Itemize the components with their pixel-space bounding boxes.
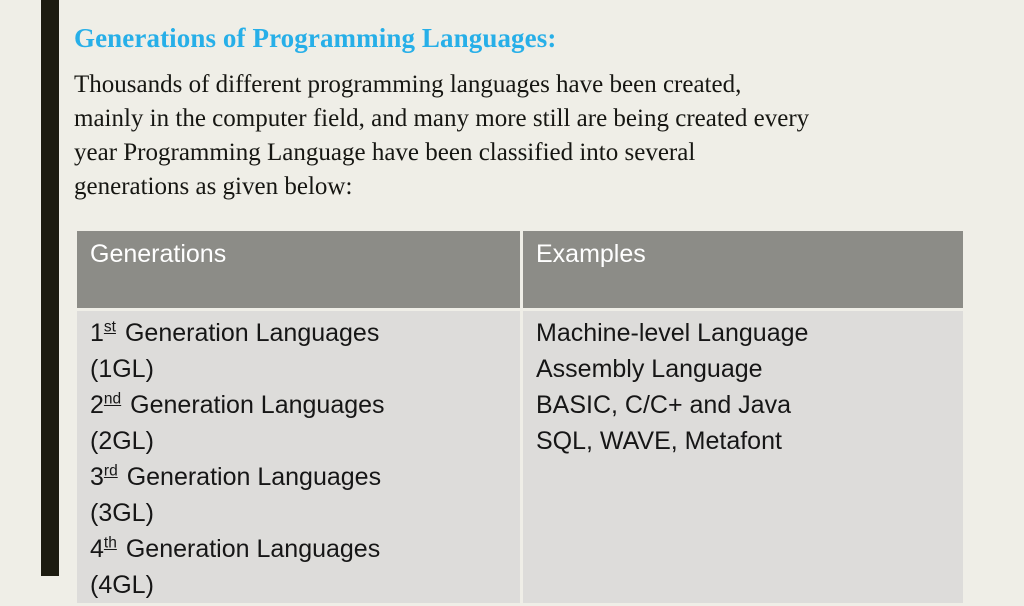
table-row: 1st Generation Languages (1GL) 2nd Generat… — [77, 311, 963, 603]
page-title: Generations of Programming Languages: — [74, 23, 557, 53]
ordinal-suffix: st — [103, 318, 116, 336]
generation-line: 3rd Generation Languages — [90, 459, 520, 495]
generation-ordinal: 1 — [90, 319, 104, 347]
generation-code: (3GL) — [90, 499, 154, 527]
ordinal-suffix: th — [103, 534, 117, 552]
generation-label: Generation Languages — [125, 535, 381, 563]
column-header-generations: Generations — [77, 231, 520, 308]
paragraph-line: mainly in the computer field, and many m… — [74, 104, 810, 132]
paragraph-line: year Programming Language have been clas… — [74, 138, 696, 166]
generation-line: 2nd Generation Languages — [90, 387, 520, 423]
left-accent-stripe — [41, 0, 59, 576]
paragraph-line: Thousands of different programming langu… — [74, 70, 742, 98]
example-line: BASIC, C/C+ and Java — [536, 391, 791, 419]
generation-label: Generation Languages — [130, 391, 385, 419]
slide-content: Generations of Programming Languages: Th… — [74, 0, 966, 603]
generation-code: (1GL) — [90, 355, 154, 383]
generation-line: 1st Generation Languages — [90, 315, 520, 351]
cell-examples: Machine-level Language Assembly Language… — [523, 311, 963, 603]
generation-ordinal: 2 — [90, 391, 104, 419]
generation-ordinal: 3 — [90, 463, 104, 491]
generation-ordinal: 4 — [90, 535, 104, 563]
column-header-examples: Examples — [523, 231, 963, 308]
ordinal-suffix: rd — [103, 462, 118, 480]
example-line: SQL, WAVE, Metafont — [536, 427, 782, 455]
generation-code: (2GL) — [90, 427, 154, 455]
example-line: Machine-level Language — [536, 319, 809, 347]
paragraph-line: generations as given below: — [74, 172, 353, 200]
table-header-row: Generations Examples — [77, 231, 963, 308]
generations-table: Generations Examples 1st Generation Langu… — [74, 228, 966, 606]
generation-line: 4th Generation Languages — [90, 531, 520, 567]
example-line: Assembly Language — [536, 355, 763, 383]
cell-generations: 1st Generation Languages (1GL) 2nd Generat… — [77, 311, 520, 603]
generation-label: Generation Languages — [126, 463, 382, 491]
intro-paragraph: Thousands of different programming langu… — [74, 54, 966, 204]
ordinal-suffix: nd — [103, 390, 122, 408]
generation-label: Generation Languages — [124, 319, 380, 347]
generation-code: (4GL) — [90, 571, 154, 599]
